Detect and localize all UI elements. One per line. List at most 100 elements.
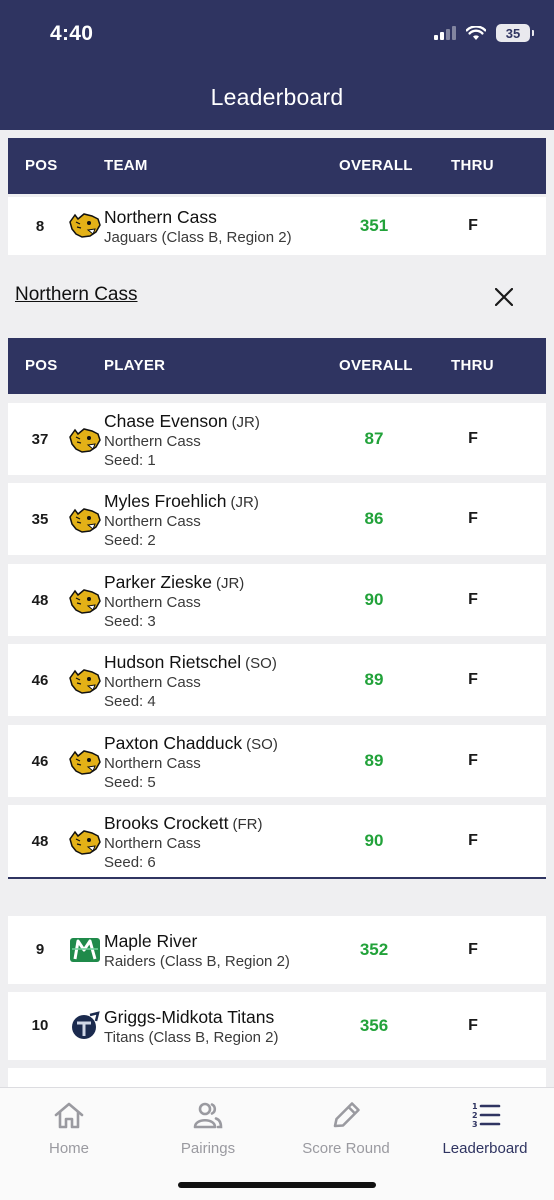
player-seed: Seed: 6 <box>104 854 156 871</box>
player-grade: (JR) <box>231 414 260 431</box>
player-name-line: Chase Evenson (JR) <box>104 411 260 432</box>
col-pos: POS <box>25 357 58 374</box>
team-position: 8 <box>35 218 45 235</box>
player-row[interactable]: 48 Brooks Crockett (FR) Northern Cass Seed: … <box>8 805 546 877</box>
jaguar-logo-icon <box>69 213 101 238</box>
close-button[interactable] <box>488 282 520 312</box>
wifi-icon <box>466 25 486 40</box>
player-name: Hudson Rietschel <box>104 652 242 673</box>
player-seed: Seed: 3 <box>104 612 156 630</box>
player-position: 37 <box>31 431 49 448</box>
jaguar-logo-icon <box>69 830 101 855</box>
team-overall-score: 352 <box>359 940 389 959</box>
player-name: Paxton Chadduck <box>104 732 243 753</box>
player-name-line: Myles Froehlich (JR) <box>104 491 259 512</box>
player-seed: Seed: 1 <box>104 452 156 469</box>
cellular-signal-icon <box>434 26 456 40</box>
player-name: Parker Zieske <box>104 571 212 592</box>
player-name-line: Parker Zieske (JR) <box>104 572 244 593</box>
player-name-line: Hudson Rietschel (SO) <box>104 652 277 673</box>
page-title: Leaderboard <box>210 84 344 110</box>
team-table-header: POS TEAM OVERALL THRU <box>8 138 546 194</box>
player-grade: (SO) <box>245 655 277 673</box>
player-team: Northern Cass <box>104 513 201 531</box>
player-row[interactable]: 46 Hudson Rietschel (SO) Northern Cass Seed:… <box>8 644 546 717</box>
player-row[interactable]: 37 Chase Evenson (JR) Northern Cass Seed: 18… <box>8 403 546 475</box>
tab-label: Leaderboard <box>442 1140 528 1157</box>
team-overall-score: 351 <box>359 216 389 235</box>
player-row[interactable]: 48 Parker Zieske (JR) Northern Cass Seed: 39… <box>8 563 546 636</box>
team-row[interactable] <box>8 1068 546 1087</box>
team-detail-link[interactable]: Northern Cass <box>15 284 138 306</box>
battery-icon: 35 <box>496 24 534 42</box>
team-name: Maple River <box>104 931 198 951</box>
svg-text:3: 3 <box>472 1120 478 1129</box>
raiders-logo-icon <box>70 938 100 962</box>
col-overall: OVERALL <box>339 157 413 174</box>
team-row[interactable]: 10 Griggs-Midkota Titans Titans (Class B… <box>8 992 546 1060</box>
team-name: Griggs-Midkota Titans <box>104 1007 275 1027</box>
team-subtitle: Jaguars (Class B, Region 2) <box>104 229 292 246</box>
player-thru: F <box>468 590 478 608</box>
svg-text:1: 1 <box>472 1102 478 1111</box>
team-subtitle: Raiders (Class B, Region 2) <box>104 953 290 970</box>
tab-home[interactable]: Home <box>0 1088 138 1168</box>
tab-score-round[interactable]: Score Round <box>277 1088 415 1168</box>
pencil-icon <box>333 1102 360 1128</box>
player-grade: (JR) <box>230 494 259 512</box>
player-position: 35 <box>31 511 49 529</box>
player-seed: Seed: 4 <box>104 693 156 711</box>
player-name: Brooks Crockett <box>104 813 229 833</box>
team-position: 9 <box>35 941 45 958</box>
home-indicator <box>178 1182 376 1188</box>
player-grade: (FR) <box>232 816 263 833</box>
leaderboard-icon: 1 2 3 <box>472 1102 501 1129</box>
tab-leaderboard[interactable]: 1 2 3 Leaderboard <box>416 1088 554 1168</box>
col-team: TEAM <box>104 157 148 174</box>
player-position: 48 <box>31 833 49 850</box>
player-team: Northern Cass <box>104 593 201 611</box>
player-grade: (JR) <box>215 574 245 592</box>
jaguar-logo-icon <box>69 749 101 775</box>
tab-label: Score Round <box>302 1140 390 1157</box>
player-row[interactable]: 35 Myles Froehlich (JR) Northern Cass Seed: … <box>8 483 546 556</box>
player-seed: Seed: 2 <box>104 532 156 550</box>
player-overall-score: 86 <box>364 509 384 529</box>
team-row-selected[interactable]: 8 Northern Cass Jaguars (Class B, Region… <box>8 197 546 255</box>
team-subtitle: Titans (Class B, Region 2) <box>104 1029 279 1046</box>
app-header: 4:40 35 Leaderboard <box>0 0 554 130</box>
player-position: 48 <box>31 591 49 609</box>
player-table-header: POS PLAYER OVERALL THRU <box>8 338 546 394</box>
jaguar-logo-icon <box>69 508 101 534</box>
tab-pairings[interactable]: Pairings <box>139 1088 277 1168</box>
player-overall-score: 90 <box>364 589 384 609</box>
player-thru: F <box>468 671 478 689</box>
player-team: Northern Cass <box>104 754 201 772</box>
player-position: 46 <box>31 672 49 690</box>
player-row[interactable]: 46 Paxton Chadduck (SO) Northern Cass Seed: … <box>8 724 546 797</box>
player-overall-score: 90 <box>364 831 384 850</box>
col-pos: POS <box>25 157 58 174</box>
player-position: 46 <box>31 752 49 770</box>
player-grade: (SO) <box>246 735 278 753</box>
col-thru: THRU <box>451 357 494 374</box>
team-row[interactable]: 9 Maple River Raiders (Class B, Region 2… <box>8 916 546 984</box>
player-overall-score: 87 <box>364 429 384 448</box>
svg-text:2: 2 <box>472 1111 478 1120</box>
col-player: PLAYER <box>104 357 166 374</box>
player-name: Chase Evenson <box>104 411 228 431</box>
player-overall-score: 89 <box>364 670 384 690</box>
close-icon <box>495 288 513 306</box>
col-overall: OVERALL <box>339 357 413 374</box>
team-thru: F <box>468 941 478 958</box>
team-position: 10 <box>31 1017 49 1034</box>
section-divider <box>8 877 546 879</box>
jaguar-logo-icon <box>69 669 101 694</box>
col-thru: THRU <box>451 157 494 174</box>
tab-label: Pairings <box>180 1140 236 1157</box>
team-thru: F <box>468 1017 478 1034</box>
home-icon <box>54 1102 84 1129</box>
titans-logo-icon <box>72 1011 100 1039</box>
team-name: Northern Cass <box>104 207 217 227</box>
player-team: Northern Cass <box>104 835 201 852</box>
